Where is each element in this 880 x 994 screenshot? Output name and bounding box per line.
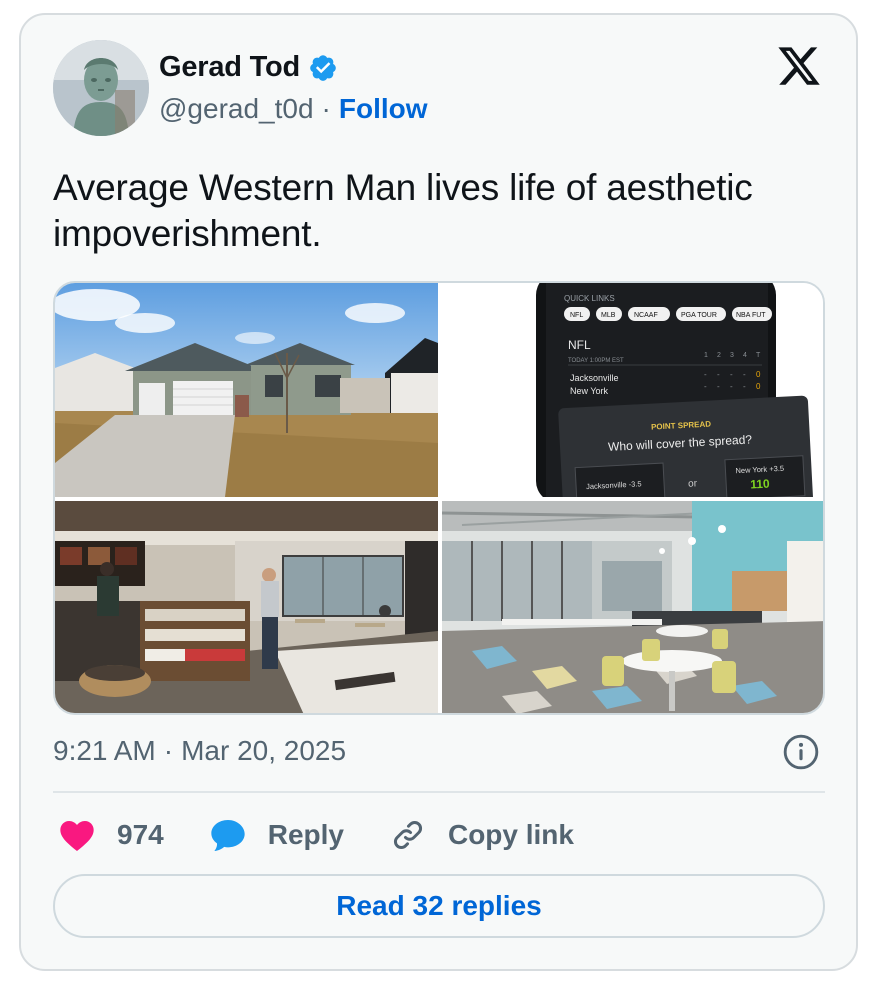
spread-option-2-value: 110 [750, 477, 770, 492]
author-avatar[interactable] [53, 40, 149, 136]
game-time: TODAY 1:00PM EST [568, 358, 624, 364]
tweet-card: Gerad Tod @gerad_t0d · Follow Average We… [19, 13, 858, 971]
team1-total: 0 [756, 370, 761, 379]
info-icon[interactable] [782, 733, 820, 771]
statue-avatar [53, 40, 149, 136]
author-handle[interactable]: @gerad_t0d [159, 93, 314, 125]
reply-bubble-icon [211, 820, 245, 851]
quick-links-label: QUICK LINKS [564, 294, 615, 303]
x-logo-icon[interactable] [776, 43, 822, 89]
team1-q4: - [743, 370, 746, 379]
chip-ncaaf: NCAAF [634, 312, 658, 319]
sports-betting-app-photo[interactable]: QUICK LINKS NFL MLB NCAAF PGA TOUR NBA F… [442, 283, 823, 497]
suburban-house-photo[interactable] [55, 283, 438, 497]
like-count: 974 [117, 819, 164, 850]
quarter-1: 1 [704, 352, 708, 359]
heart-icon [60, 821, 94, 851]
team2-total: 0 [756, 382, 761, 391]
quarter-total: T [756, 352, 761, 359]
spread-or: or [688, 478, 698, 489]
copy-link-label: Copy link [447, 819, 574, 850]
team2-q3: - [730, 382, 733, 391]
quarter-3: 3 [730, 352, 734, 359]
copy-link-button[interactable]: Copy link [388, 815, 574, 855]
team1-q3: - [730, 370, 733, 379]
starbucks-interior-photo[interactable] [55, 501, 438, 713]
reply-button[interactable]: Reply [208, 815, 344, 855]
team2-q1: - [704, 382, 707, 391]
quarter-2: 2 [717, 352, 721, 359]
quarter-4: 4 [743, 352, 747, 359]
reply-label: Reply [267, 819, 344, 850]
divider [53, 791, 825, 793]
tweet-time: 9:21 AM [53, 735, 156, 766]
team1-q2: - [717, 370, 720, 379]
read-replies-button[interactable]: Read 32 replies [53, 874, 825, 938]
media-grid[interactable]: QUICK LINKS NFL MLB NCAAF PGA TOUR NBA F… [53, 281, 825, 715]
tweet-date: Mar 20, 2025 [181, 735, 347, 766]
team1-name: Jacksonville [570, 373, 619, 383]
author-name-row: Gerad Tod [159, 51, 338, 84]
team2-q4: - [743, 382, 746, 391]
chip-mlb: MLB [601, 312, 616, 319]
team2-q2: - [717, 382, 720, 391]
league-label: NFL [568, 338, 591, 352]
follow-button[interactable]: Follow [339, 93, 428, 125]
chip-nfl: NFL [570, 312, 583, 319]
chip-nba: NBA FUT [736, 312, 766, 319]
timestamp-separator: · [163, 735, 174, 766]
office-cafeteria-photo[interactable] [442, 501, 823, 713]
like-button[interactable]: 974 [57, 815, 164, 855]
author-handle-row: @gerad_t0d · Follow [159, 93, 428, 125]
verified-badge-icon [310, 54, 336, 81]
team2-name: New York [570, 386, 609, 396]
link-icon [393, 821, 422, 849]
team1-q1: - [704, 370, 707, 379]
action-bar: 974 Reply Copy link [57, 815, 618, 855]
separator-dot: · [321, 93, 331, 124]
chip-pga: PGA TOUR [681, 312, 717, 319]
tweet-timestamp[interactable]: 9:21 AM · Mar 20, 2025 [53, 735, 346, 767]
tweet-text: Average Western Man lives life of aesthe… [53, 167, 753, 254]
author-name[interactable]: Gerad Tod [159, 51, 300, 84]
